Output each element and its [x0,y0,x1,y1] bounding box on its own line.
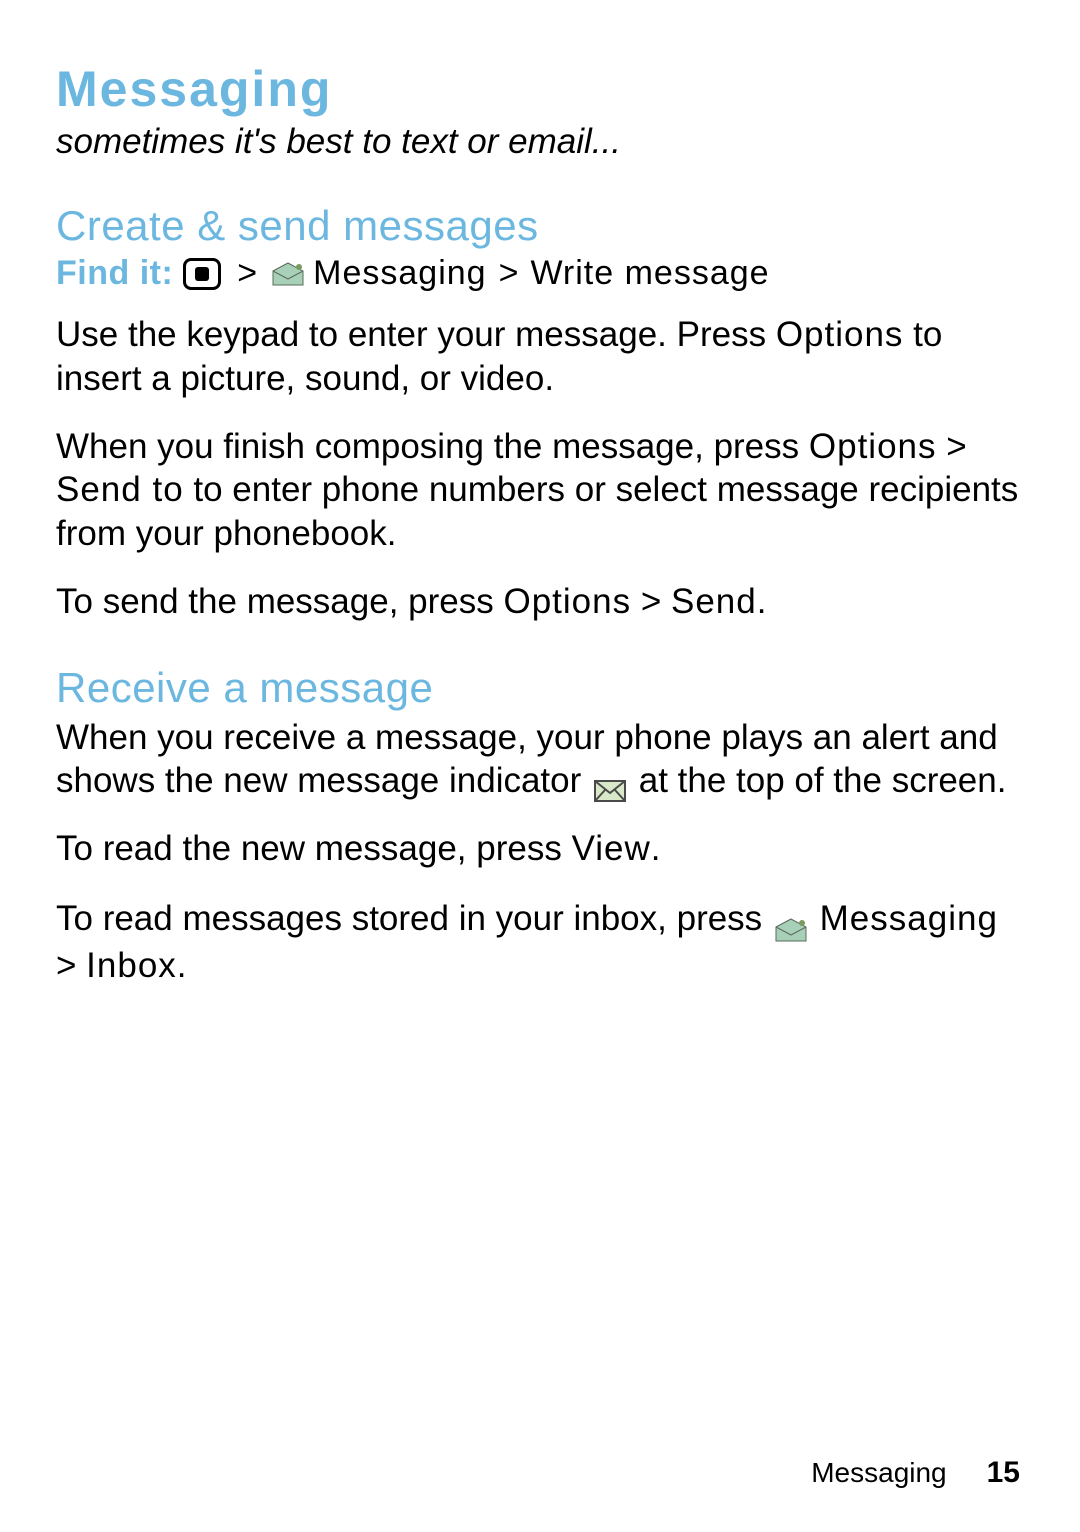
message-indicator-icon [593,770,627,796]
text: To send the message, press [56,582,503,621]
breadcrumb-separator: > [237,254,257,293]
view-label: View [572,829,651,868]
section-heading-create: Create & send messages [56,202,1024,250]
text: . [177,946,187,985]
options-label: Options [503,582,631,621]
options-label: Options [809,427,937,466]
text: > [56,946,86,985]
text: > [937,427,967,466]
paragraph-create-3: To send the message, press Options > Sen… [56,580,1024,624]
page-footer: Messaging 15 [811,1456,1020,1490]
text: Use the keypad to enter your message. Pr… [56,315,776,354]
paragraph-receive-1: When you receive a message, your phone p… [56,716,1024,804]
paragraph-receive-3: To read messages stored in your inbox, p… [56,895,1024,990]
text: to enter phone numbers or select message… [56,470,1018,553]
center-key-icon [183,258,221,290]
text: To read the new message, press [56,829,572,868]
text: . [757,582,767,621]
paragraph-receive-2: To read the new message, press View. [56,827,1024,871]
send-label: Send [671,582,757,621]
inbox-label: Inbox [86,946,177,985]
page-title: Messaging [56,60,1024,118]
text: > [631,582,671,621]
text: When you finish composing the message, p… [56,427,809,466]
envelope-open-icon [271,261,305,287]
find-it-label: Find it: [56,254,173,293]
page-subtitle: sometimes it's best to text or email... [56,122,1024,162]
breadcrumb-messaging: Messaging [313,254,486,293]
find-it-line: Find it: > Messaging > Write message [56,254,1024,293]
page-number: 15 [987,1456,1020,1490]
text: . [651,829,661,868]
footer-section: Messaging [811,1457,946,1489]
text: at the top of the screen. [629,761,1006,800]
breadcrumb-write-message: Write message [530,254,769,293]
envelope-open-icon [774,908,808,934]
paragraph-create-1: Use the keypad to enter your message. Pr… [56,313,1024,401]
section-heading-receive: Receive a message [56,664,1024,712]
paragraph-create-2: When you finish composing the message, p… [56,425,1024,556]
messaging-label: Messaging [820,899,998,938]
breadcrumb-separator: > [499,254,519,293]
send-to-label: Send to [56,470,184,509]
options-label: Options [776,315,904,354]
text: To read messages stored in your inbox, p… [56,899,772,938]
